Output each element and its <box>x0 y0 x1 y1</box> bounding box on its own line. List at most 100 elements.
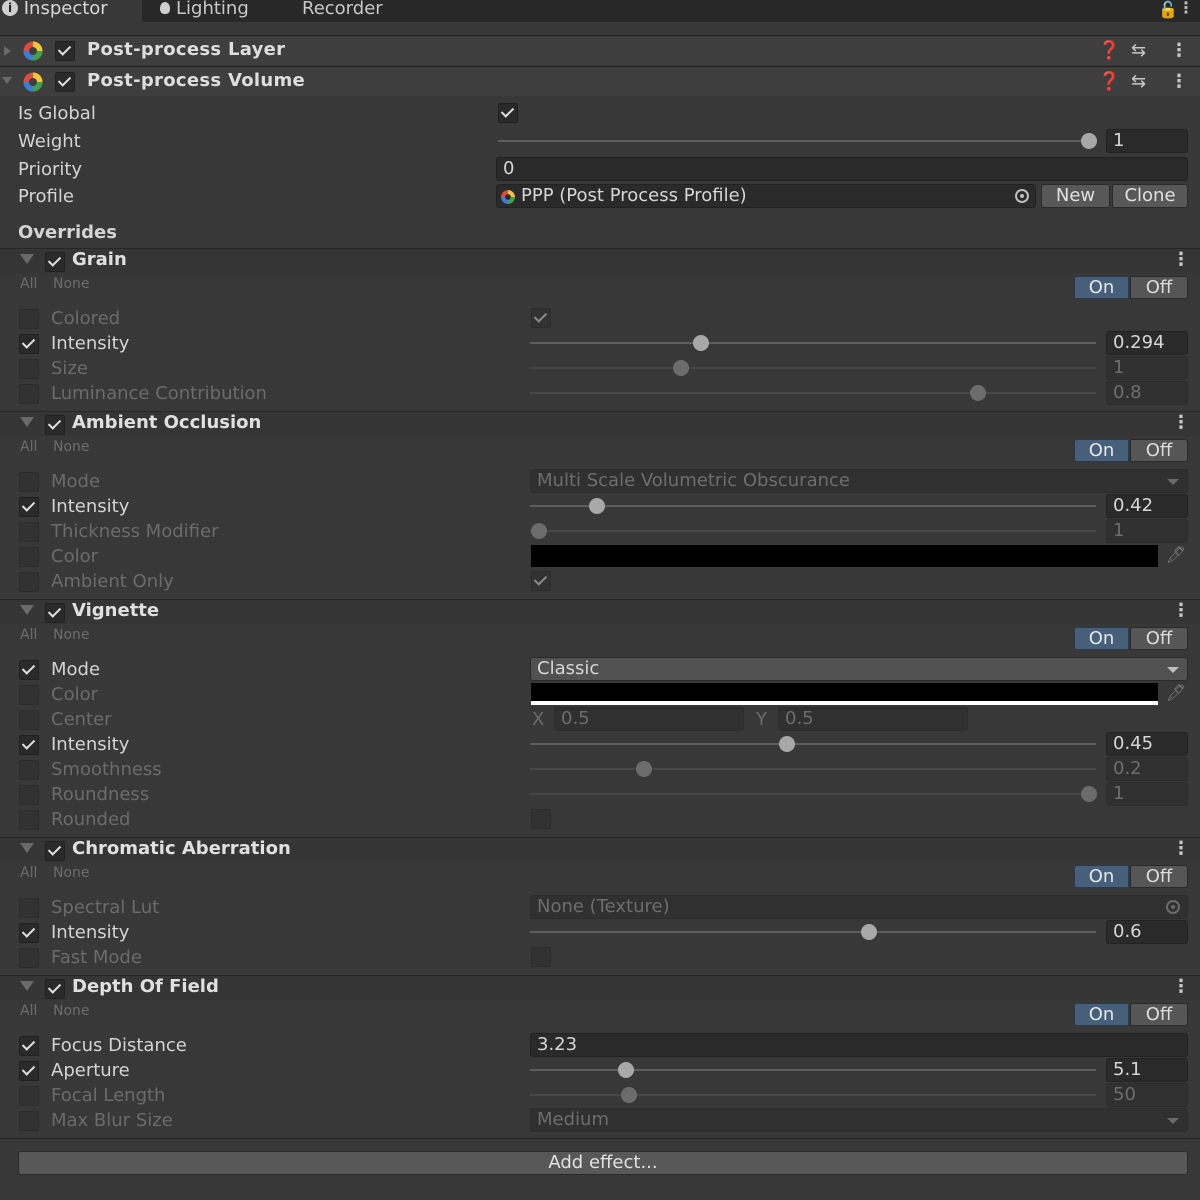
effect-enabled-checkbox[interactable] <box>45 603 65 623</box>
kebab-menu-icon[interactable]: ⋮ <box>1172 838 1190 859</box>
override-checkbox[interactable] <box>19 472 39 492</box>
thickness-slider-handle[interactable] <box>531 523 547 539</box>
effect-enabled-checkbox[interactable] <box>45 979 65 999</box>
off-button[interactable]: Off <box>1130 865 1188 888</box>
select-all-link[interactable]: All <box>20 627 37 643</box>
fast-mode-checkbox[interactable] <box>531 947 551 967</box>
effect-vignette-header[interactable]: Vignette ⋮ <box>0 599 1200 624</box>
smoothness-slider-handle[interactable] <box>636 761 652 777</box>
off-button[interactable]: Off <box>1130 627 1188 650</box>
override-checkbox[interactable] <box>19 384 39 404</box>
select-all-link[interactable]: All <box>20 865 37 881</box>
effect-on-off-toggle[interactable]: On Off <box>1074 627 1188 650</box>
roundness-slider-track[interactable] <box>530 793 1096 795</box>
thickness-field[interactable]: 1 <box>1106 519 1188 543</box>
intensity-slider-handle[interactable] <box>693 335 709 351</box>
effect-ambient-occlusion-header[interactable]: Ambient Occlusion ⋮ <box>0 411 1200 436</box>
intensity-field[interactable]: 0.45 <box>1106 732 1188 756</box>
kebab-menu-icon[interactable]: ⋮ <box>1172 976 1190 997</box>
clone-profile-button[interactable]: Clone <box>1112 184 1188 208</box>
override-checkbox[interactable] <box>19 660 39 680</box>
aperture-slider-track[interactable] <box>530 1069 1096 1071</box>
mode-dropdown[interactable]: Classic <box>530 657 1188 681</box>
max-blur-size-dropdown[interactable]: Medium <box>530 1108 1188 1132</box>
kebab-menu-icon[interactable]: ⋮ <box>1170 40 1188 61</box>
help-icon[interactable]: ❓ <box>1098 40 1120 61</box>
intensity-slider-handle[interactable] <box>589 498 605 514</box>
rounded-checkbox[interactable] <box>531 809 551 829</box>
override-checkbox[interactable] <box>19 1061 39 1081</box>
weight-slider-handle[interactable] <box>1081 133 1097 149</box>
select-none-link[interactable]: None <box>53 439 90 455</box>
on-button[interactable]: On <box>1074 1003 1129 1026</box>
luminance-slider-handle[interactable] <box>970 385 986 401</box>
effect-on-off-toggle[interactable]: On Off <box>1074 865 1188 888</box>
kebab-menu-icon[interactable]: ⋮ <box>1172 600 1190 621</box>
off-button[interactable]: Off <box>1130 1003 1188 1026</box>
eyedropper-icon[interactable]: 🖊 <box>1166 683 1186 702</box>
override-checkbox[interactable] <box>19 359 39 379</box>
intensity-slider-track[interactable] <box>530 743 1096 745</box>
effect-depth-of-field-header[interactable]: Depth Of Field ⋮ <box>0 975 1200 1000</box>
on-button[interactable]: On <box>1074 439 1129 462</box>
override-checkbox[interactable] <box>19 735 39 755</box>
colored-checkbox[interactable] <box>531 308 551 328</box>
aperture-field[interactable]: 5.1 <box>1106 1058 1188 1082</box>
select-none-link[interactable]: None <box>53 865 90 881</box>
intensity-slider-handle[interactable] <box>779 736 795 752</box>
on-button[interactable]: On <box>1074 865 1129 888</box>
intensity-field[interactable]: 0.6 <box>1106 920 1188 944</box>
effect-enabled-checkbox[interactable] <box>45 415 65 435</box>
override-checkbox[interactable] <box>19 760 39 780</box>
size-slider-handle[interactable] <box>673 360 689 376</box>
kebab-menu-icon[interactable]: ⋮ <box>1178 0 1194 17</box>
override-checkbox[interactable] <box>19 898 39 918</box>
weight-slider-track[interactable] <box>498 140 1096 142</box>
effect-on-off-toggle[interactable]: On Off <box>1074 1003 1188 1026</box>
foldout-arrow-icon[interactable] <box>20 981 34 991</box>
component-post-process-layer[interactable]: Post-process Layer ❓ ⇆ ⋮ <box>0 35 1200 65</box>
override-checkbox[interactable] <box>19 810 39 830</box>
effect-enabled-checkbox[interactable] <box>45 841 65 861</box>
select-none-link[interactable]: None <box>53 1003 90 1019</box>
object-picker-icon[interactable] <box>1166 900 1180 914</box>
intensity-slider-track[interactable] <box>530 505 1096 507</box>
smoothness-field[interactable]: 0.2 <box>1106 757 1188 781</box>
thickness-slider-track[interactable] <box>530 530 1096 532</box>
intensity-slider-track[interactable] <box>530 342 1096 344</box>
on-button[interactable]: On <box>1074 276 1129 299</box>
off-button[interactable]: Off <box>1130 439 1188 462</box>
add-effect-button[interactable]: Add effect... <box>18 1151 1188 1175</box>
object-picker-icon[interactable] <box>1015 189 1029 203</box>
lock-icon[interactable]: 🔓 <box>1158 0 1178 19</box>
effect-on-off-toggle[interactable]: On Off <box>1074 439 1188 462</box>
foldout-arrow-icon[interactable] <box>20 605 34 615</box>
override-checkbox[interactable] <box>19 685 39 705</box>
kebab-menu-icon[interactable]: ⋮ <box>1172 412 1190 433</box>
luminance-field[interactable]: 0.8 <box>1106 381 1188 405</box>
tab-inspector[interactable]: i Inspector <box>0 0 142 22</box>
aperture-slider-handle[interactable] <box>618 1062 634 1078</box>
effect-chromatic-aberration-header[interactable]: Chromatic Aberration ⋮ <box>0 837 1200 862</box>
override-checkbox[interactable] <box>19 1036 39 1056</box>
select-all-link[interactable]: All <box>20 276 37 292</box>
override-checkbox[interactable] <box>19 309 39 329</box>
select-all-link[interactable]: All <box>20 439 37 455</box>
override-checkbox[interactable] <box>19 1111 39 1131</box>
foldout-arrow-icon[interactable] <box>20 417 34 427</box>
component-enabled-checkbox[interactable] <box>55 41 75 61</box>
foldout-arrow-icon[interactable] <box>2 77 12 84</box>
new-profile-button[interactable]: New <box>1041 184 1110 208</box>
focal-length-field[interactable]: 50 <box>1106 1083 1188 1107</box>
on-button[interactable]: On <box>1074 627 1129 650</box>
override-checkbox[interactable] <box>19 572 39 592</box>
presets-icon[interactable]: ⇆ <box>1131 40 1146 61</box>
override-checkbox[interactable] <box>19 334 39 354</box>
spectral-lut-field[interactable]: None (Texture) <box>530 895 1188 919</box>
mode-dropdown[interactable]: Multi Scale Volumetric Obscurance <box>530 469 1188 493</box>
smoothness-slider-track[interactable] <box>530 768 1096 770</box>
component-post-process-volume[interactable]: Post-process Volume ❓ ⇆ ⋮ <box>0 66 1200 96</box>
priority-field[interactable]: 0 <box>496 157 1188 181</box>
center-x-field[interactable]: 0.5 <box>554 707 744 731</box>
foldout-arrow-icon[interactable] <box>20 843 34 853</box>
